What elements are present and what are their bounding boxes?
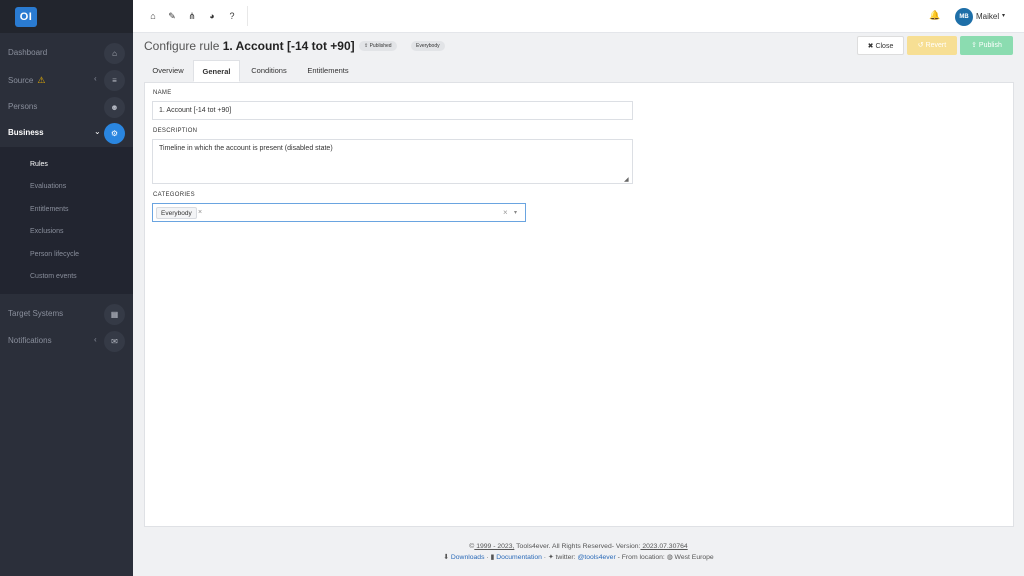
footer-years: 1999 - 2023, [474, 543, 515, 550]
sidebar-item-notifications[interactable]: Notifications ‹ ✉ [0, 328, 133, 355]
users-icon: ☻ [104, 97, 125, 118]
sidebar-subitem-person-lifecycle[interactable]: Person lifecycle [30, 251, 79, 258]
help-icon[interactable]: ? [226, 10, 238, 22]
tab-conditions[interactable]: Conditions [242, 60, 296, 82]
sidebar-item-label: Notifications [8, 336, 52, 345]
divider [247, 6, 248, 26]
status-badge: ⇪ Published [359, 41, 397, 51]
sidebar-item-label: Source ⚠ [8, 75, 46, 85]
home-icon[interactable]: ⌂ [147, 10, 159, 22]
sidebar-item-label: Persons [8, 102, 38, 111]
downloads-link[interactable]: Downloads [451, 554, 485, 561]
chevron-down-icon: ⌄ [94, 127, 101, 136]
tab-overview[interactable]: Overview [144, 60, 192, 82]
download-icon: ⬇ [443, 554, 451, 561]
description-label: DESCRIPTION [153, 128, 198, 134]
status-badge-label: Published [369, 43, 392, 49]
categories-label: CATEGORIES [153, 192, 195, 198]
pie-chart-icon[interactable]: ◕ [206, 10, 218, 22]
envelope-icon: ✉ [104, 331, 125, 352]
home-icon: ⌂ [104, 43, 125, 64]
sidebar-subitem-entitlements[interactable]: Entitlements [30, 206, 69, 213]
sidebar-item-label: Business [8, 128, 44, 137]
sidebar-subitem-evaluations[interactable]: Evaluations [30, 183, 66, 190]
twitter-link[interactable]: @tools4ever [577, 554, 615, 561]
chevron-left-icon: ‹ [94, 335, 97, 344]
sidebar-subitem-custom-events[interactable]: Custom events [30, 273, 77, 280]
sidebar-item-source[interactable]: Source ⚠ ‹ ≡ [0, 67, 133, 94]
warning-icon: ⚠ [37, 75, 46, 85]
app-logo[interactable]: OI [15, 7, 37, 27]
logo-area: OI [0, 0, 133, 33]
publish-button[interactable]: ⇪ Publish [960, 36, 1013, 55]
remove-tag-icon[interactable]: × [198, 207, 202, 219]
name-field[interactable]: 1. Account [-14 tot +90] [152, 101, 633, 120]
sidebar-item-target-systems[interactable]: Target Systems ▦ [0, 301, 133, 328]
title-prefix: Configure rule [144, 39, 223, 53]
location-label: - From location: [615, 554, 667, 561]
wrench-icon[interactable]: ✎ [166, 10, 178, 22]
cog-icon: ⚙ [104, 123, 125, 144]
sidebar-submenu: Rules Evaluations Entitlements Exclusion… [0, 147, 133, 294]
category-badge: Everybody [411, 41, 445, 51]
clear-icon[interactable]: × [503, 207, 508, 219]
top-bar: ⌂ ✎ ⋔ ◕ ? 🔔 MB Maikel ▾ [133, 0, 1024, 33]
sidebar-subitem-rules[interactable]: Rules [30, 161, 48, 168]
sidebar-item-label: Target Systems [8, 309, 64, 318]
chevron-left-icon: ‹ [94, 74, 97, 83]
sidebar-item-business[interactable]: Business ⌄ ⚙ [0, 120, 133, 147]
tab-entitlements[interactable]: Entitlements [298, 60, 358, 82]
footer-links: ⬇ Downloads · ▮ Documentation · ✦ twitte… [133, 553, 1024, 561]
bell-icon[interactable]: 🔔 [929, 10, 940, 21]
categories-select[interactable]: Everybody × × ▾ [152, 203, 526, 222]
sidebar-item-label: Dashboard [8, 48, 48, 57]
sidebar: OI Dashboard ⌂ Source ⚠ ‹ ≡ Persons ☻ Bus… [0, 0, 133, 576]
sidebar-subitem-exclusions[interactable]: Exclusions [30, 228, 63, 235]
name-label: NAME [153, 90, 172, 96]
database-icon: ≡ [104, 70, 125, 91]
footer-copyright: © 1999 - 2023, Tools4ever. All Rights Re… [133, 543, 1024, 550]
grid-icon: ▦ [104, 304, 125, 325]
tab-general[interactable]: General [193, 60, 240, 82]
category-tag: Everybody [156, 207, 197, 219]
user-menu[interactable]: Maikel [976, 12, 999, 21]
rule-name-title: 1. Account [-14 tot +90] [222, 39, 355, 53]
resize-handle-icon[interactable]: ◢ [624, 176, 629, 183]
revert-button[interactable]: ↺ Revert [907, 36, 957, 55]
footer-version: 2023.07.30764 [640, 543, 688, 550]
location-value: West Europe [672, 554, 714, 561]
avatar[interactable]: MB [955, 8, 973, 26]
chevron-down-icon[interactable]: ▾ [514, 209, 517, 216]
page-title: Configure rule 1. Account [-14 tot +90] [144, 39, 355, 53]
close-button[interactable]: ✖ Close [857, 36, 904, 55]
sidebar-item-dashboard[interactable]: Dashboard ⌂ [0, 40, 133, 67]
description-field[interactable]: Timeline in which the account is present… [152, 139, 633, 184]
sidebar-item-persons[interactable]: Persons ☻ [0, 94, 133, 121]
sitemap-icon[interactable]: ⋔ [186, 10, 198, 22]
chevron-down-icon[interactable]: ▾ [1002, 12, 1005, 19]
documentation-link[interactable]: Documentation [496, 554, 542, 561]
footer-company: Tools4ever. All Rights Reserved- Version… [514, 543, 641, 550]
twitter-label: twitter: [553, 554, 578, 561]
